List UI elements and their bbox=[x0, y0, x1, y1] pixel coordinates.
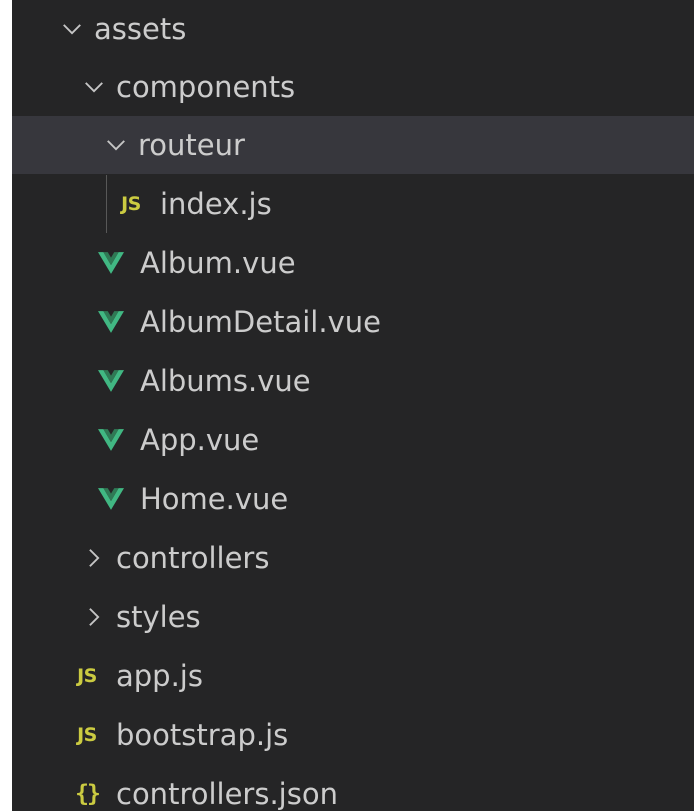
vue-file-icon bbox=[96, 425, 126, 455]
tree-item-home-vue[interactable]: Home.vue bbox=[12, 470, 694, 528]
vue-file-icon bbox=[96, 248, 126, 278]
tree-item-label: app.js bbox=[116, 658, 203, 693]
tree-item-label: assets bbox=[94, 11, 187, 46]
chevron-down-icon bbox=[102, 131, 130, 159]
tree-item-styles[interactable]: styles bbox=[12, 588, 694, 646]
javascript-file-icon: JS bbox=[77, 724, 97, 746]
chevron-down-icon bbox=[80, 73, 108, 101]
chevron-down-icon bbox=[58, 15, 86, 43]
tree-item-components[interactable]: components bbox=[12, 58, 694, 116]
tree-item-label: routeur bbox=[138, 127, 245, 162]
tree-item-label: styles bbox=[116, 599, 201, 634]
tree-item-label: index.js bbox=[160, 186, 272, 221]
tree-item-controllers-json[interactable]: {} controllers.json bbox=[12, 765, 694, 811]
tree-item-label: components bbox=[116, 69, 296, 104]
tree-item-app-js[interactable]: JS app.js bbox=[12, 647, 694, 705]
tree-item-label: Album.vue bbox=[140, 245, 296, 280]
javascript-file-icon: JS bbox=[121, 193, 141, 215]
json-file-icon: {} bbox=[75, 781, 101, 807]
vue-file-icon bbox=[96, 307, 126, 337]
vue-file-icon bbox=[96, 484, 126, 514]
tree-item-albums-vue[interactable]: Albums.vue bbox=[12, 352, 694, 410]
javascript-file-icon: JS bbox=[77, 665, 97, 687]
tree-item-label: AlbumDetail.vue bbox=[140, 304, 381, 339]
tree-item-label: Albums.vue bbox=[140, 363, 311, 398]
tree-item-index-js[interactable]: JS index.js bbox=[12, 175, 694, 233]
chevron-right-icon bbox=[80, 603, 108, 631]
tree-item-label: controllers bbox=[116, 540, 270, 575]
tree-item-label: bootstrap.js bbox=[116, 717, 289, 752]
tree-item-label: App.vue bbox=[140, 422, 260, 457]
tree-item-assets[interactable]: assets bbox=[12, 0, 694, 58]
vue-file-icon bbox=[96, 366, 126, 396]
tree-item-albumdetail-vue[interactable]: AlbumDetail.vue bbox=[12, 293, 694, 351]
tree-item-label: Home.vue bbox=[140, 481, 289, 516]
tree-item-bootstrap-js[interactable]: JS bootstrap.js bbox=[12, 706, 694, 764]
tree-item-routeur[interactable]: routeur bbox=[12, 116, 694, 174]
tree-item-label: controllers.json bbox=[116, 776, 338, 811]
tree-item-app-vue[interactable]: App.vue bbox=[12, 411, 694, 469]
tree-item-album-vue[interactable]: Album.vue bbox=[12, 234, 694, 292]
chevron-right-icon bbox=[80, 544, 108, 572]
file-explorer: assets components routeur JS index.js Al… bbox=[12, 0, 694, 811]
tree-item-controllers[interactable]: controllers bbox=[12, 529, 694, 587]
